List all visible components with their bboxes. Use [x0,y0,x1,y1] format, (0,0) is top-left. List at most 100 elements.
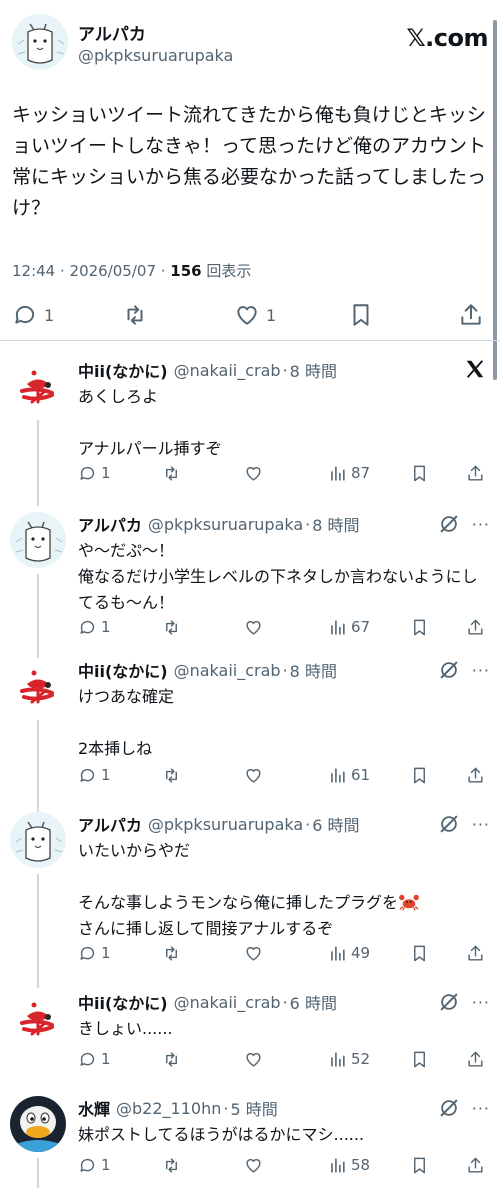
like-button[interactable] [244,616,263,638]
retweet-button[interactable] [162,616,181,638]
avatar[interactable] [10,512,66,568]
reply-author-name[interactable]: 中ii(なかに) [78,358,168,382]
bookmark-button[interactable] [410,942,429,964]
reply-count: 1 [101,1156,111,1174]
reply-button[interactable]: 1 [12,298,54,332]
share-icon [466,1050,485,1069]
reply-header: 中ii(なかに) @nakaii_crab · 8 時間 [78,658,337,682]
views-button[interactable]: 87 [328,462,370,484]
retweet-button[interactable] [162,1154,181,1176]
retweet-button[interactable] [162,462,181,484]
reply-button[interactable]: 1 [78,764,111,786]
like-button[interactable]: 1 [234,298,276,332]
share-button[interactable] [466,616,485,638]
like-button[interactable] [244,1048,263,1070]
bookmark-button[interactable] [410,616,429,638]
bookmark-button[interactable] [410,462,429,484]
retweet-button[interactable] [122,298,148,332]
share-icon [466,618,485,637]
duck-avatar-icon [10,1096,66,1152]
reply-handle[interactable]: @pkpksuruarupaka [148,815,303,834]
views-button[interactable]: 52 [328,1048,370,1070]
reply-handle[interactable]: @nakaii_crab [174,361,281,380]
share-button[interactable] [466,942,485,964]
reply-time[interactable]: 8 時間 [290,358,337,382]
reply-time[interactable]: 6 時間 [312,812,359,836]
reply-button[interactable]: 1 [78,1154,111,1176]
reply-handle[interactable]: @pkpksuruarupaka [148,515,303,534]
reply-button[interactable]: 1 [78,942,111,964]
grok-icon[interactable] [438,813,460,835]
more-icon[interactable]: ··· [472,993,490,1012]
reply-author-name[interactable]: 中ii(なかに) [78,990,168,1014]
bookmark-button[interactable] [410,1048,429,1070]
avatar[interactable] [10,358,66,414]
reply-icon [78,1156,97,1175]
author-name[interactable]: アルパカ [78,20,146,45]
grok-icon[interactable] [438,659,460,681]
avatar[interactable] [10,812,66,868]
views-button[interactable]: 61 [328,764,370,786]
share-button[interactable] [466,764,485,786]
retweet-button[interactable] [162,942,181,964]
grok-icon[interactable] [438,991,460,1013]
like-button[interactable] [244,1154,263,1176]
reply-button[interactable]: 1 [78,462,111,484]
reply-author-name[interactable]: 中ii(なかに) [78,658,168,682]
reply-line: きしょい...... [78,1019,173,1038]
reply-line [78,410,490,436]
share-icon [466,766,485,785]
reply-time[interactable]: 8 時間 [290,658,337,682]
reply-time[interactable]: 6 時間 [290,990,337,1014]
more-icon[interactable]: ··· [472,1099,490,1118]
views-button[interactable]: 67 [328,616,370,638]
share-button[interactable] [458,298,484,332]
share-button[interactable] [466,1154,485,1176]
reply-author-name[interactable]: アルパカ [78,812,142,836]
scrollbar[interactable] [493,20,497,380]
reply-tweet[interactable]: アルパカ @pkpksuruarupaka · 6 時間 ··· いたいからやだ… [0,812,500,988]
reply-tweet[interactable]: 水輝 @b22_110hn · 5 時間 ··· 妹ポストしてるほうがはるかにマ… [0,1096,500,1188]
reply-handle[interactable]: @nakaii_crab [174,993,281,1012]
bookmark-button[interactable] [348,298,374,332]
reply-count: 1 [101,766,111,784]
reply-button[interactable]: 1 [78,616,111,638]
share-button[interactable] [466,1048,485,1070]
reply-button[interactable]: 1 [78,1048,111,1070]
reply-time[interactable]: 5 時間 [230,1096,277,1120]
avatar[interactable] [12,14,68,70]
more-icon[interactable]: ··· [472,515,490,534]
tweet-timestamp[interactable]: 12:44 · 2026/05/07 · [12,262,170,280]
separator-dot: · [305,514,311,534]
views-button[interactable]: 49 [328,942,370,964]
reply-author-name[interactable]: アルパカ [78,512,142,536]
like-button[interactable] [244,764,263,786]
reply-author-name[interactable]: 水輝 [78,1096,110,1120]
like-button[interactable] [244,942,263,964]
bookmark-button[interactable] [410,764,429,786]
grok-icon[interactable] [438,513,460,535]
reply-actions: 1 61 [78,764,490,786]
reply-tweet[interactable]: 中ii(なかに) @nakaii_crab · 8 時間 あくしろよ アナルパー… [0,358,500,506]
grok-icon[interactable] [438,1097,460,1119]
like-button[interactable] [244,462,263,484]
retweet-button[interactable] [162,764,181,786]
more-icon[interactable]: ··· [472,661,490,680]
avatar[interactable] [10,658,66,714]
reply-tweet[interactable]: 中ii(なかに) @nakaii_crab · 8 時間 ··· けつあな確定 … [0,658,500,812]
bookmark-button[interactable] [410,1154,429,1176]
views-button[interactable]: 58 [328,1154,370,1176]
reply-tweet[interactable]: 中ii(なかに) @nakaii_crab · 6 時間 ··· きしょい...… [0,990,500,1070]
share-button[interactable] [466,462,485,484]
avatar[interactable] [10,990,66,1046]
reply-handle[interactable]: @b22_110hn [116,1099,221,1118]
reply-handle[interactable]: @nakaii_crab [174,661,281,680]
more-icon[interactable]: ··· [472,815,490,834]
reply-time[interactable]: 8 時間 [312,512,359,536]
heart-icon [244,1156,263,1175]
reply-line: さんに挿し返して間接アナルするぞ [78,919,334,938]
author-handle[interactable]: @pkpksuruarupaka [78,46,233,65]
avatar[interactable] [10,1096,66,1152]
retweet-button[interactable] [162,1048,181,1070]
reply-tweet[interactable]: アルパカ @pkpksuruarupaka · 8 時間 ··· や〜だぷ〜！ … [0,512,500,658]
